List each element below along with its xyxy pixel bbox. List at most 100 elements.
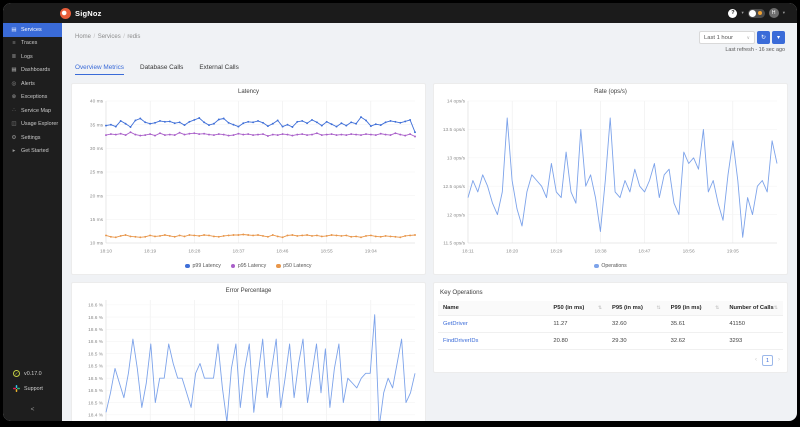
- help-chevron-down-icon[interactable]: ▾: [741, 10, 743, 16]
- svg-text:18.6 %: 18.6 %: [88, 339, 104, 345]
- latency-chart-canvas[interactable]: 18:10 18:19 18:28 18:37 18:46 18:55 19:04 40 ms…: [76, 96, 420, 256]
- svg-text:12 ops/s: 12 ops/s: [447, 212, 466, 218]
- column-label: P50 (in ms): [553, 304, 585, 311]
- sorter-icon[interactable]: ⇅: [774, 305, 778, 311]
- operation-link[interactable]: FindDriverIDs: [438, 332, 549, 350]
- svg-text:19:05: 19:05: [727, 248, 739, 254]
- sidebar-item-settings[interactable]: ⚙ Settings: [3, 131, 62, 145]
- sidebar-menu: ▤ Services ≡ Traces ≣ Logs ▦ Dashboards ◎ Alerts ⊗…: [3, 23, 62, 158]
- sidebar-item-exceptions[interactable]: ⊗ Exceptions: [3, 91, 62, 105]
- column-label: P99 (in ms): [670, 304, 702, 311]
- rate-panel: Rate (ops/s) 18:11 18:20 18:29 18:38 18:47 18…: [433, 82, 788, 275]
- breadcrumb-item[interactable]: Home: [75, 34, 91, 40]
- table-cell: 11.27: [548, 315, 608, 333]
- sidebar-item-alerts[interactable]: ◎ Alerts: [3, 77, 62, 91]
- table-cell: 20.80: [548, 332, 608, 350]
- latency-panel: Latency 18:10 18:19 18:28 18:37 18:46 18:55 19…: [71, 82, 426, 275]
- svg-text:18:10: 18:10: [100, 248, 112, 254]
- column-header-number-of-calls[interactable]: Number of Calls ⇅: [724, 300, 783, 316]
- svg-text:35 ms: 35 ms: [90, 122, 104, 128]
- sorter-icon[interactable]: ⇅: [598, 305, 602, 311]
- sorter-icon[interactable]: ⇅: [715, 305, 719, 311]
- tab-overview-metrics[interactable]: Overview Metrics: [75, 64, 125, 75]
- page-number-button[interactable]: 1: [762, 354, 773, 366]
- legend-item[interactable]: Operations: [594, 262, 627, 271]
- legend-dot-icon: [594, 263, 599, 269]
- help-icon[interactable]: ?: [728, 8, 738, 18]
- tab-external-calls[interactable]: External Calls: [199, 64, 238, 75]
- legend-label: p95 Latency: [237, 263, 267, 269]
- breadcrumb-item[interactable]: redis: [127, 34, 140, 40]
- svg-text:20 ms: 20 ms: [90, 193, 104, 199]
- rate-chart-canvas[interactable]: 18:11 18:20 18:29 18:38 18:47 18:56 19:05 14 op…: [438, 96, 782, 256]
- svg-text:18:29: 18:29: [550, 248, 562, 254]
- sidebar-item-label: Service Map: [21, 107, 51, 114]
- column-header-p95-in-ms-[interactable]: P95 (in ms) ⇅: [607, 300, 666, 316]
- refresh-options-chevron-down-icon: ▾: [776, 35, 780, 41]
- theme-toggle[interactable]: [747, 8, 765, 18]
- table-cell: 35.61: [665, 315, 725, 333]
- sidebar-item-label: Settings: [21, 134, 41, 141]
- signoz-logo-icon: [60, 7, 71, 19]
- sidebar-version[interactable]: ✓ v0.17.0: [3, 366, 62, 381]
- table-cell: 3293: [724, 332, 783, 350]
- panels-grid: Latency 18:10 18:19 18:28 18:37 18:46 18:55 19…: [71, 82, 788, 422]
- svg-text:18:38: 18:38: [595, 248, 607, 254]
- page-next-icon[interactable]: ›: [778, 357, 780, 363]
- error-chart-canvas[interactable]: 18.6 % 18.6 % 18.6 % 18.6 % 18.5 % 18.5 % 18.5…: [76, 295, 420, 422]
- sidebar-item-logs[interactable]: ≣ Logs: [3, 50, 62, 64]
- sidebar-item-traces[interactable]: ≡ Traces: [3, 37, 62, 51]
- page-prev-icon[interactable]: ‹: [755, 357, 757, 363]
- column-header-name: Name: [438, 300, 549, 316]
- key-operations-title: Key Operations: [440, 288, 483, 296]
- key-operations-panel: Key Operations Name P50 (in ms) ⇅ P95 (in m…: [433, 281, 788, 373]
- main-content: Home / Services / redis Last 1 hour ∨ ↻ ▾ La…: [62, 23, 797, 421]
- error-percentage-panel: Error Percentage 18.6 % 18.6 % 18.6 % 18.6 …: [71, 281, 426, 422]
- app-window: SigNoz ? ▾ H ▾ ▤ Services ≡ Traces ≣ Logs ▦ Das…: [3, 3, 797, 421]
- svg-text:18.6 %: 18.6 %: [88, 302, 104, 308]
- sidebar-item-service-map[interactable]: ∴ Service Map: [3, 104, 62, 118]
- traces-icon: ≡: [12, 40, 16, 47]
- logs-icon: ≣: [11, 53, 17, 60]
- sidebar-item-label: Dashboards: [21, 67, 51, 74]
- refresh-options-button[interactable]: ▾: [772, 31, 785, 44]
- user-chevron-down-icon[interactable]: ▾: [783, 10, 785, 16]
- table-cell: 41150: [724, 315, 783, 333]
- legend-dot-icon: [230, 263, 236, 269]
- legend-label: p99 Latency: [192, 263, 221, 269]
- sidebar-item-services[interactable]: ▤ Services: [3, 23, 62, 37]
- sidebar-item-get-started[interactable]: ▸ Get Started: [3, 145, 62, 159]
- column-header-p99-in-ms-[interactable]: P99 (in ms) ⇅: [665, 300, 725, 316]
- sidebar-support[interactable]: Support: [3, 381, 62, 396]
- dashboards-icon: ▦: [11, 67, 17, 74]
- breadcrumb-item[interactable]: Services: [98, 34, 121, 40]
- breadcrumb: Home / Services / redis: [75, 31, 140, 53]
- sidebar-item-label: Traces: [21, 40, 38, 47]
- service-map-icon: ∴: [12, 107, 16, 114]
- time-range-select[interactable]: Last 1 hour ∨: [699, 31, 755, 44]
- alerts-icon: ◎: [11, 80, 17, 87]
- time-range-value: Last 1 hour: [704, 34, 734, 41]
- legend-item[interactable]: p50 Latency: [276, 262, 312, 271]
- column-header-p50-in-ms-[interactable]: P50 (in ms) ⇅: [548, 300, 608, 316]
- version-label: v0.17.0: [24, 370, 42, 377]
- breadcrumb-separator: /: [93, 34, 96, 40]
- svg-text:13.5 ops/s: 13.5 ops/s: [443, 127, 466, 133]
- sidebar-item-usage-explorer[interactable]: ◫ Usage Explorer: [3, 118, 62, 132]
- refresh-button[interactable]: ↻: [757, 31, 770, 44]
- tab-database-calls[interactable]: Database Calls: [140, 64, 183, 75]
- legend-item[interactable]: p99 Latency: [185, 262, 221, 271]
- svg-text:18.5 %: 18.5 %: [88, 351, 104, 357]
- version-check-icon: ✓: [13, 370, 20, 377]
- sidebar-item-label: Alerts: [21, 80, 35, 87]
- legend-label: p50 Latency: [283, 263, 312, 269]
- legend-item[interactable]: p95 Latency: [230, 262, 267, 271]
- operation-link[interactable]: GetDriver: [438, 315, 549, 333]
- svg-text:19:04: 19:04: [365, 248, 377, 254]
- select-chevron-down-icon: ∨: [746, 34, 750, 40]
- sidebar-item-dashboards[interactable]: ▦ Dashboards: [3, 64, 62, 78]
- sidebar-collapse-button[interactable]: <: [3, 400, 62, 418]
- avatar[interactable]: H: [768, 8, 779, 18]
- sorter-icon[interactable]: ⇅: [656, 305, 660, 311]
- svg-text:18.6 %: 18.6 %: [88, 327, 104, 333]
